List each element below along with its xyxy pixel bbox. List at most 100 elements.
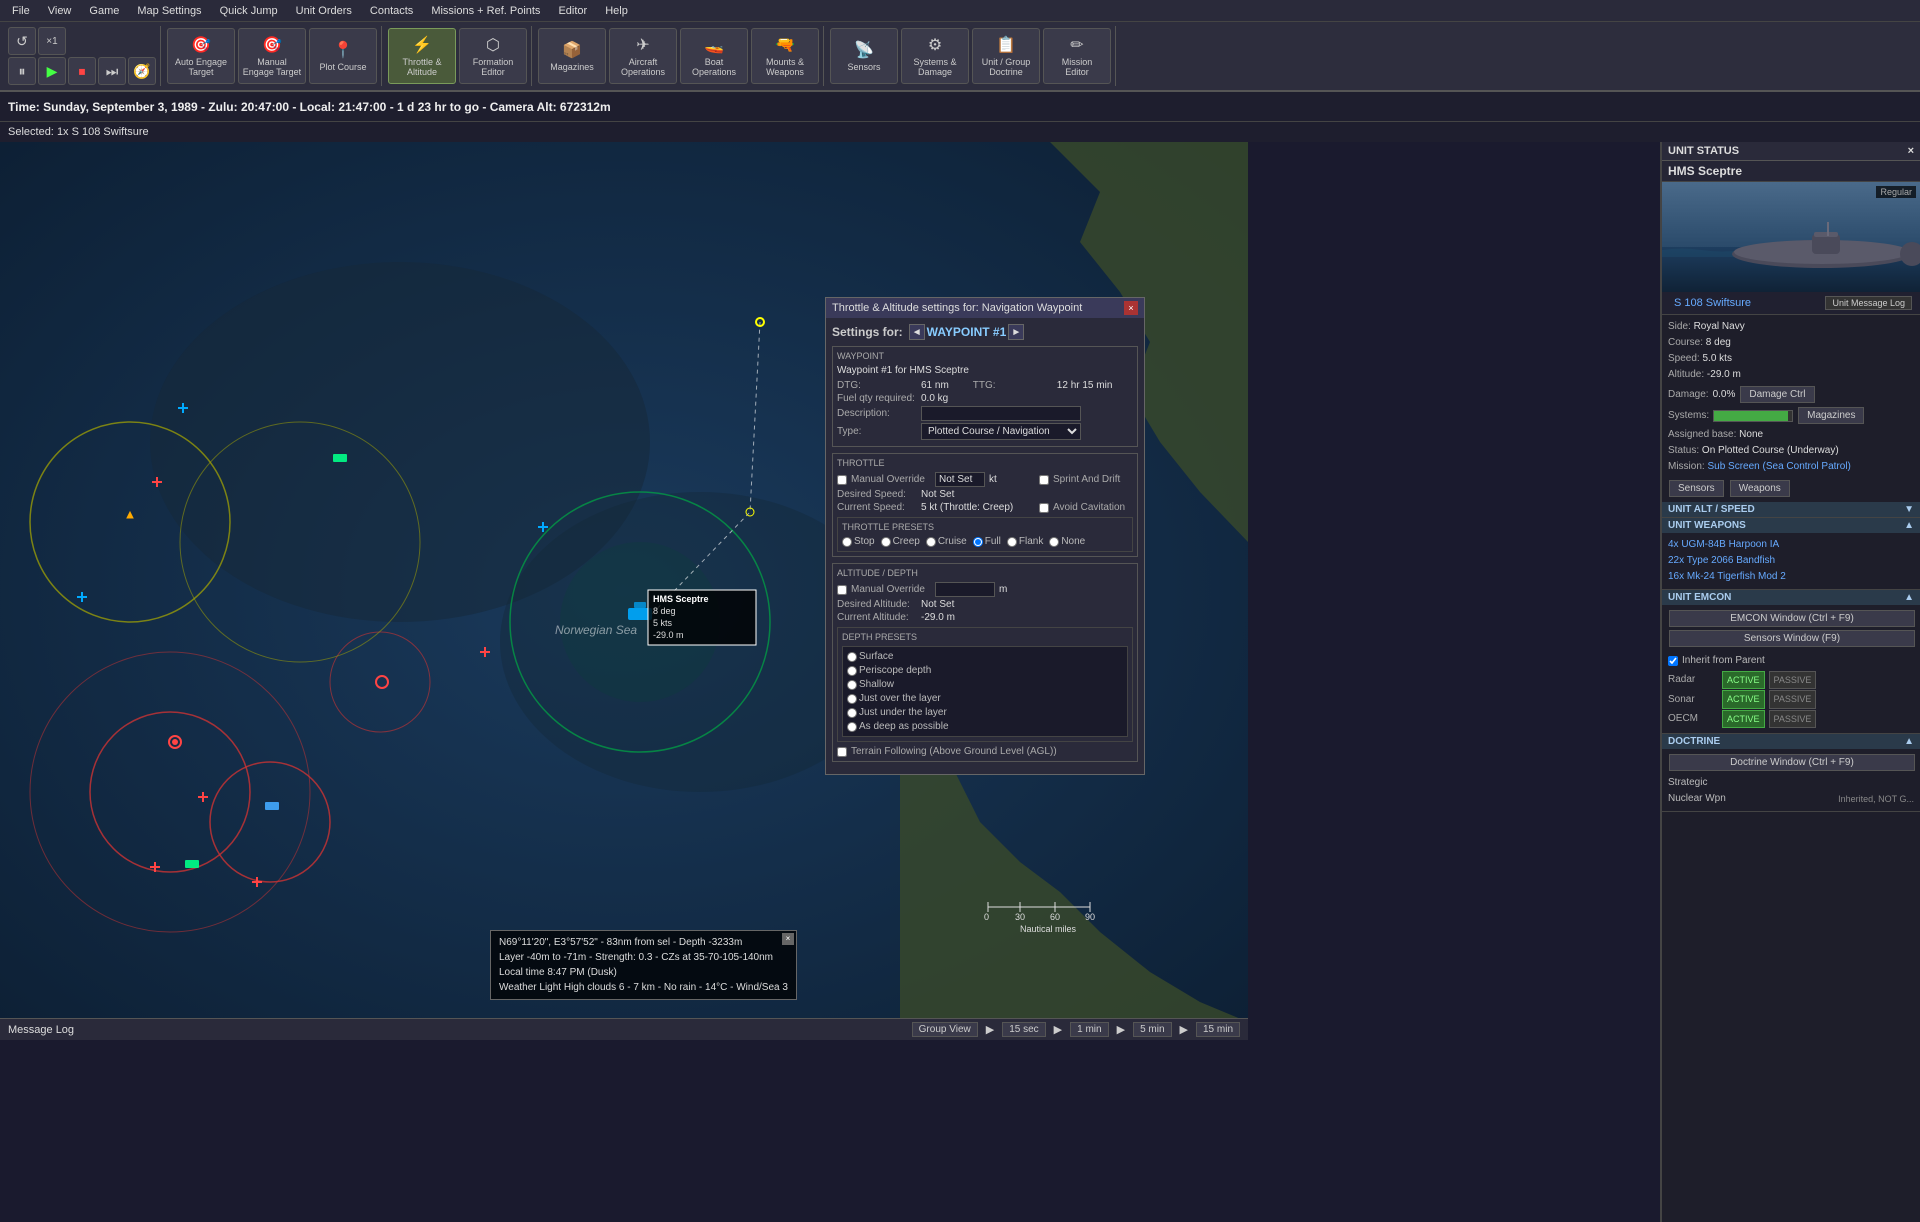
menu-game[interactable]: Game bbox=[81, 3, 127, 19]
nav-btn[interactable]: 🧭 bbox=[128, 57, 156, 85]
avoid-cavitation-checkbox[interactable] bbox=[1039, 503, 1049, 513]
fast-forward-btn[interactable]: ⏭ bbox=[98, 57, 126, 85]
desc-input[interactable] bbox=[921, 406, 1081, 421]
systems-damage-btn[interactable]: ⚙ Systems &Damage bbox=[901, 28, 969, 84]
sensors-btn[interactable]: 📡 Sensors bbox=[830, 28, 898, 84]
depth-just-under-radio[interactable] bbox=[847, 708, 857, 718]
depth-just-over[interactable]: Just over the layer bbox=[847, 693, 1123, 704]
inherit-parent-checkbox[interactable] bbox=[1668, 656, 1678, 666]
stop-btn[interactable]: ⏹ bbox=[68, 57, 96, 85]
throttle-manual-input[interactable] bbox=[935, 472, 985, 487]
preset-flank[interactable]: Flank bbox=[1007, 536, 1043, 547]
mission-editor-btn[interactable]: ✏ MissionEditor bbox=[1043, 28, 1111, 84]
doctrine-window-btn[interactable]: Doctrine Window (Ctrl + F9) bbox=[1669, 754, 1915, 771]
unit-name-link[interactable]: S 108 Swiftsure bbox=[1668, 295, 1757, 311]
menu-view[interactable]: View bbox=[40, 3, 80, 19]
play-btn[interactable]: ▶ bbox=[38, 57, 66, 85]
depth-periscope[interactable]: Periscope depth bbox=[847, 665, 1123, 676]
preset-creep-radio[interactable] bbox=[881, 537, 891, 547]
sensors-window-btn[interactable]: Sensors Window (F9) bbox=[1669, 630, 1915, 647]
depth-just-under[interactable]: Just under the layer bbox=[847, 707, 1123, 718]
preset-none[interactable]: None bbox=[1049, 536, 1085, 547]
mission-value[interactable]: Sub Screen (Sea Control Patrol) bbox=[1707, 461, 1850, 472]
emcon-window-btn[interactable]: EMCON Window (Ctrl + F9) bbox=[1669, 610, 1915, 627]
depth-shallow[interactable]: Shallow bbox=[847, 679, 1123, 690]
preset-full[interactable]: Full bbox=[973, 536, 1001, 547]
group-view-btn[interactable]: Group View bbox=[912, 1022, 978, 1037]
altitude-manual-checkbox[interactable] bbox=[837, 585, 847, 595]
doctrine-header[interactable]: DOCTRINE ▲ bbox=[1662, 734, 1920, 749]
preset-none-radio[interactable] bbox=[1049, 537, 1059, 547]
magazines-panel-btn[interactable]: Magazines bbox=[1798, 407, 1864, 424]
boat-ops-btn[interactable]: 🚤 BoatOperations bbox=[680, 28, 748, 84]
time-step-15s[interactable]: 15 sec bbox=[1002, 1022, 1045, 1037]
unit-group-doctrine-btn[interactable]: 📋 Unit / GroupDoctrine bbox=[972, 28, 1040, 84]
menu-editor[interactable]: Editor bbox=[550, 3, 595, 19]
time-step-15m[interactable]: 15 min bbox=[1196, 1022, 1240, 1037]
prev-waypoint-btn[interactable]: ◄ bbox=[909, 324, 925, 340]
unit-status-close[interactable]: × bbox=[1908, 145, 1914, 157]
terrain-following-checkbox[interactable] bbox=[837, 747, 847, 757]
damage-value: 0.0% bbox=[1713, 387, 1736, 403]
menu-file[interactable]: File bbox=[4, 3, 38, 19]
weapon-1[interactable]: 4x UGM-84B Harpoon IA bbox=[1668, 537, 1914, 553]
formation-editor-btn[interactable]: ⬡ FormationEditor bbox=[459, 28, 527, 84]
unit-emcon-header[interactable]: UNIT EMCON ▲ bbox=[1662, 590, 1920, 605]
mounts-weapons-btn[interactable]: 🔫 Mounts &Weapons bbox=[751, 28, 819, 84]
altitude-manual-input[interactable] bbox=[935, 582, 995, 597]
menu-missions[interactable]: Missions + Ref. Points bbox=[423, 3, 548, 19]
message-log-label: Message Log bbox=[8, 1024, 74, 1036]
weapon-2[interactable]: 22x Type 2066 Bandfish bbox=[1668, 553, 1914, 569]
map-info-close-btn[interactable]: × bbox=[782, 933, 794, 945]
preset-full-radio[interactable] bbox=[973, 537, 983, 547]
sensors-panel-btn[interactable]: Sensors bbox=[1669, 480, 1724, 497]
oecm-active-badge[interactable]: ACTIVE bbox=[1722, 710, 1765, 728]
throttle-manual-checkbox[interactable] bbox=[837, 475, 847, 485]
oecm-passive-badge[interactable]: PASSIVE bbox=[1769, 710, 1817, 728]
depth-deep[interactable]: As deep as possible bbox=[847, 721, 1123, 732]
dialog-close-btn[interactable]: × bbox=[1124, 301, 1138, 315]
preset-stop-radio[interactable] bbox=[842, 537, 852, 547]
unit-alt-speed-header[interactable]: UNIT ALT / SPEED ▼ bbox=[1662, 502, 1920, 517]
sonar-passive-badge[interactable]: PASSIVE bbox=[1769, 690, 1817, 708]
depth-just-over-radio[interactable] bbox=[847, 694, 857, 704]
sonar-active-badge[interactable]: ACTIVE bbox=[1722, 690, 1765, 708]
preset-creep[interactable]: Creep bbox=[881, 536, 920, 547]
weapon-3[interactable]: 16x Mk-24 Tigerfish Mod 2 bbox=[1668, 569, 1914, 585]
depth-surface[interactable]: Surface bbox=[847, 651, 1123, 662]
unit-weapons-header[interactable]: UNIT WEAPONS ▲ bbox=[1662, 518, 1920, 533]
preset-cruise-radio[interactable] bbox=[926, 537, 936, 547]
depth-periscope-radio[interactable] bbox=[847, 666, 857, 676]
menu-quick-jump[interactable]: Quick Jump bbox=[212, 3, 286, 19]
sprint-drift-checkbox[interactable] bbox=[1039, 475, 1049, 485]
dialog-titlebar[interactable]: Throttle & Altitude settings for: Naviga… bbox=[826, 298, 1144, 318]
pause-btn[interactable]: ⏸ bbox=[8, 57, 36, 85]
aircraft-ops-btn[interactable]: ✈ AircraftOperations bbox=[609, 28, 677, 84]
depth-deep-radio[interactable] bbox=[847, 722, 857, 732]
damage-ctrl-btn[interactable]: Damage Ctrl bbox=[1740, 386, 1814, 403]
depth-surface-radio[interactable] bbox=[847, 652, 857, 662]
time-step-5m[interactable]: 5 min bbox=[1133, 1022, 1171, 1037]
unit-name-display: HMS Sceptre bbox=[1668, 164, 1742, 178]
type-select[interactable]: Plotted Course / Navigation bbox=[921, 423, 1081, 440]
menu-unit-orders[interactable]: Unit Orders bbox=[288, 3, 360, 19]
depth-shallow-radio[interactable] bbox=[847, 680, 857, 690]
menu-contacts[interactable]: Contacts bbox=[362, 3, 421, 19]
magazines-btn[interactable]: 📦 Magazines bbox=[538, 28, 606, 84]
manual-engage-btn[interactable]: 🎯 ManualEngage Target bbox=[238, 28, 306, 84]
unit-msg-log-btn[interactable]: Unit Message Log bbox=[1825, 296, 1912, 310]
preset-flank-radio[interactable] bbox=[1007, 537, 1017, 547]
time-step-1m[interactable]: 1 min bbox=[1070, 1022, 1108, 1037]
plot-course-btn[interactable]: 📍 Plot Course bbox=[309, 28, 377, 84]
auto-engage-btn[interactable]: 🎯 Auto EngageTarget bbox=[167, 28, 235, 84]
throttle-altitude-btn[interactable]: ⚡ Throttle &Altitude bbox=[388, 28, 456, 84]
preset-stop[interactable]: Stop bbox=[842, 536, 875, 547]
preset-cruise[interactable]: Cruise bbox=[926, 536, 967, 547]
weapons-panel-btn[interactable]: Weapons bbox=[1730, 480, 1790, 497]
menu-help[interactable]: Help bbox=[597, 3, 636, 19]
menu-map-settings[interactable]: Map Settings bbox=[129, 3, 209, 19]
next-waypoint-btn[interactable]: ► bbox=[1008, 324, 1024, 340]
loop-btn[interactable]: ↺ bbox=[8, 27, 36, 55]
radar-passive-badge[interactable]: PASSIVE bbox=[1769, 671, 1817, 689]
radar-active-badge[interactable]: ACTIVE bbox=[1722, 671, 1765, 689]
